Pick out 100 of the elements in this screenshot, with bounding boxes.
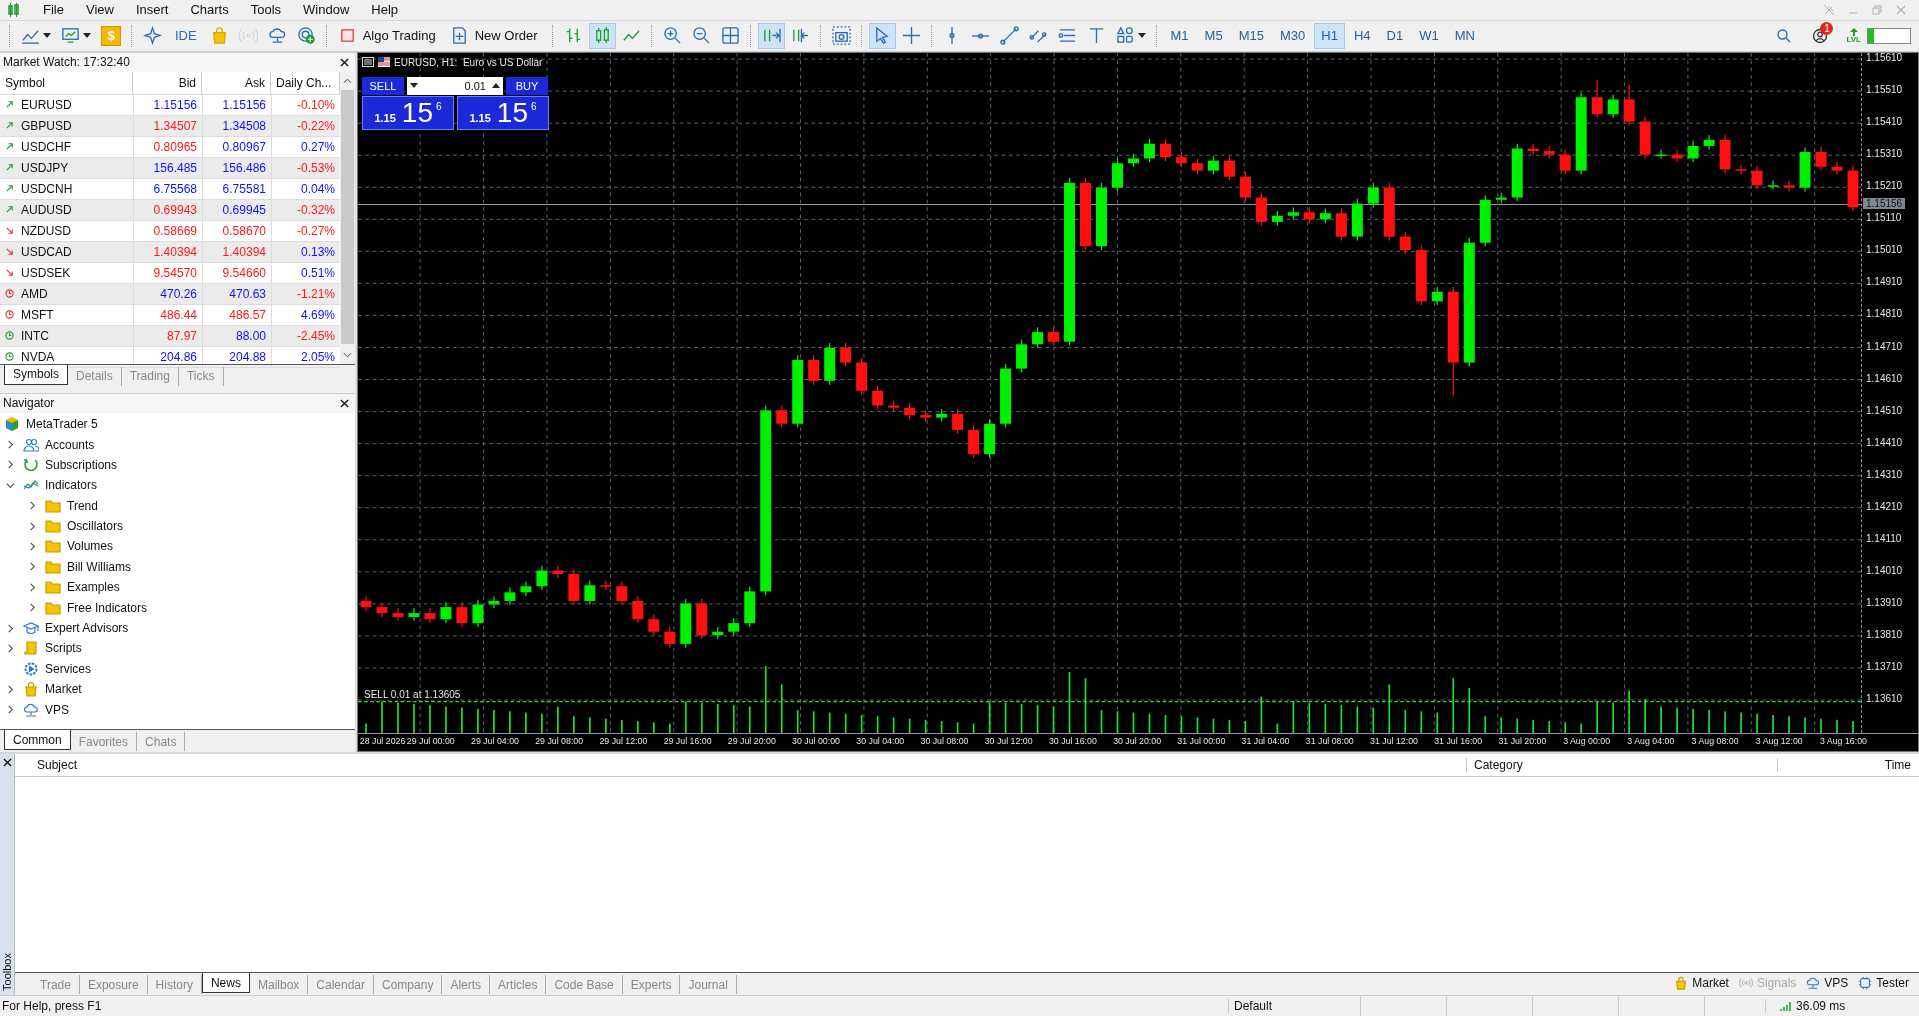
status-text: For Help, press F1 — [1, 999, 103, 1013]
axis-label: 1.14010 — [1866, 564, 1903, 576]
axis-label: 31 Jul 16:00 — [1433, 736, 1483, 747]
menu-item[interactable]: View — [75, 2, 126, 18]
tab[interactable]: Common — [4, 730, 71, 751]
axis-label: 1.15310 — [1866, 148, 1903, 160]
volume-field[interactable]: 0.01 — [407, 76, 503, 95]
table-cell: 1.34508 — [202, 115, 271, 136]
table-cell: 0.69943 — [133, 199, 202, 220]
service-button[interactable]: Market — [1674, 976, 1729, 991]
table-cell: 486.44 — [133, 304, 202, 325]
tree-item[interactable]: Scripts — [45, 641, 82, 656]
axis-label: 29 Jul 16:00 — [662, 736, 712, 747]
column-header[interactable]: Bid — [133, 71, 202, 94]
menu-item[interactable]: Help — [361, 2, 411, 18]
axis-label: 31 Jul 08:00 — [1304, 736, 1354, 747]
axis-label: 1.13910 — [1866, 596, 1903, 608]
service-button[interactable]: VPS — [1806, 976, 1849, 991]
axis-label: 1.14210 — [1866, 500, 1903, 512]
menu-item[interactable]: Insert — [125, 2, 181, 18]
axis-label: 29 Jul 08:00 — [534, 736, 584, 747]
axis-label: 1.15010 — [1866, 244, 1903, 256]
axis-label: 3 Aug 12:00 — [1754, 736, 1803, 747]
timeframe-button[interactable]: M30 — [1272, 22, 1313, 49]
table-cell: USDJPY — [21, 160, 69, 175]
table-cell: 0.58669 — [133, 220, 202, 241]
table-cell: 88.00 — [202, 325, 271, 346]
table-cell: 1.40394 — [133, 241, 202, 262]
table-cell: 9.54660 — [202, 262, 271, 283]
axis-label: 28 Jul 2026 — [358, 736, 406, 747]
tab[interactable]: Symbols — [4, 364, 68, 385]
sell-button[interactable]: SELL — [362, 76, 404, 95]
timeframe-button[interactable]: W1 — [1412, 22, 1446, 49]
table-cell: 1.15156 — [133, 94, 202, 115]
axis-label: 3 Aug 08:00 — [1690, 736, 1739, 747]
axis-label: 1.15110 — [1866, 212, 1902, 224]
tree-item[interactable]: Volumes — [67, 539, 114, 554]
ide-button[interactable]: IDE — [168, 22, 204, 49]
status-text: 36.09 ms — [1796, 999, 1846, 1013]
tree-item[interactable]: Services — [45, 661, 91, 676]
timeframe-button[interactable]: H1 — [1314, 22, 1345, 49]
menu-item[interactable]: Window — [293, 2, 362, 18]
table-cell: USDSEK — [21, 265, 71, 280]
table-cell: 6.75581 — [202, 178, 271, 199]
tree-item[interactable]: Bill Williams — [67, 559, 131, 574]
tree-item[interactable]: Expert Advisors — [45, 621, 129, 636]
table-cell: 470.26 — [133, 283, 202, 304]
order-label: SELL 0.01 at 1.13605 — [364, 688, 461, 700]
timeframe-button[interactable]: D1 — [1379, 22, 1411, 49]
menu-item[interactable]: Charts — [180, 2, 241, 18]
tree-item[interactable]: Trend — [67, 498, 98, 513]
axis-label: 1.13610 — [1866, 693, 1903, 705]
column-header[interactable]: Subject — [15, 758, 1467, 773]
axis-label: 31 Jul 04:00 — [1240, 736, 1290, 747]
tree-item[interactable]: Oscillators — [67, 519, 123, 534]
timeframe-button[interactable]: MN — [1447, 22, 1482, 49]
axis-label: 1.14910 — [1866, 276, 1903, 288]
axis-label: 1.15510 — [1866, 84, 1903, 96]
menu-item[interactable]: File — [33, 2, 76, 18]
axis-label: 1.14110 — [1866, 532, 1902, 544]
buy-button[interactable]: BUY — [506, 76, 548, 95]
new-order-button[interactable]: New Order — [445, 22, 546, 49]
table-cell: USDCNH — [21, 181, 73, 196]
table-cell: USDCAD — [21, 244, 72, 259]
table-cell: 0.80967 — [202, 136, 271, 157]
column-header[interactable]: Symbol — [0, 71, 133, 94]
price-label: 1.15156 — [1863, 197, 1906, 209]
axis-label: 3 Aug 04:00 — [1626, 736, 1675, 747]
tree-item[interactable]: Market — [45, 682, 82, 697]
table-cell: GBPUSD — [21, 118, 72, 133]
timeframe-button[interactable]: M5 — [1197, 22, 1230, 49]
timeframe-button[interactable]: H4 — [1346, 22, 1378, 49]
table-cell: 6.75568 — [133, 178, 202, 199]
tree-item[interactable]: MetaTrader 5 — [26, 417, 98, 432]
axis-label: 29 Jul 04:00 — [470, 736, 519, 747]
column-header[interactable]: Category — [1467, 758, 1778, 773]
table-cell: MSFT — [21, 307, 54, 322]
table-cell: NVDA — [21, 349, 55, 364]
tree-item[interactable]: VPS — [45, 702, 69, 717]
tree-item[interactable]: Examples — [67, 580, 120, 595]
tab[interactable]: News — [201, 973, 250, 994]
algo-trading-button[interactable]: Algo Trading — [333, 22, 444, 49]
table-cell: 0.58670 — [202, 220, 271, 241]
service-button[interactable]: Tester — [1858, 976, 1909, 991]
axis-label: 1.15410 — [1866, 116, 1903, 128]
table-cell: 156.486 — [202, 157, 271, 178]
table-cell: 1.40394 — [202, 241, 271, 262]
timeframe-button[interactable]: M15 — [1231, 22, 1271, 49]
menu-item[interactable]: Tools — [240, 2, 294, 18]
tree-item[interactable]: Indicators — [45, 478, 98, 493]
tree-item[interactable]: Accounts — [45, 437, 95, 452]
tree-item[interactable]: Subscriptions — [45, 457, 118, 472]
column-header[interactable]: Time — [1778, 758, 1919, 773]
axis-label: 30 Jul 16:00 — [1047, 736, 1097, 747]
toolbox-title: Toolbox — [1, 953, 13, 992]
axis-label: 31 Jul 20:00 — [1497, 736, 1547, 747]
tree-item[interactable]: Free Indicators — [67, 600, 148, 615]
column-header[interactable]: Ask — [202, 71, 271, 94]
table-cell: INTC — [21, 328, 49, 343]
timeframe-button[interactable]: M1 — [1163, 22, 1196, 49]
